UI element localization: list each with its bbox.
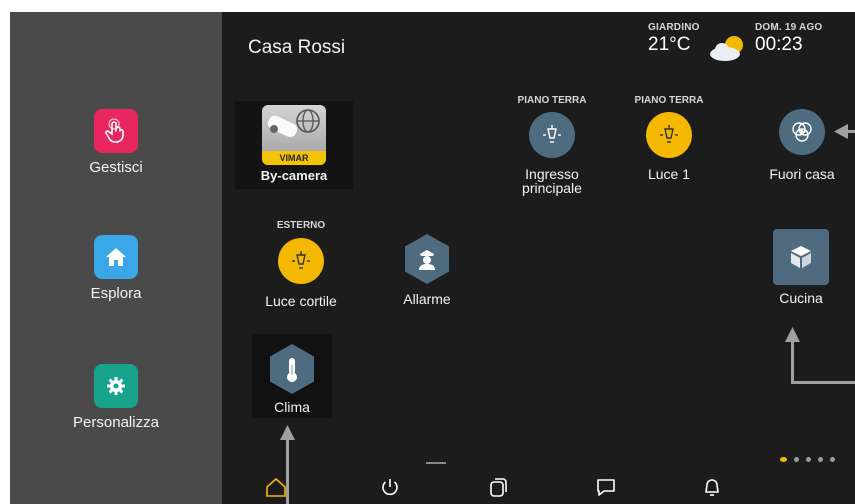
page-dot[interactable] [806,457,811,462]
thermometer-icon [270,344,314,394]
vimar-badge: VIMAR [262,151,326,165]
tile-category: PIANO TERRA [634,95,704,106]
page-dot-active[interactable] [780,457,787,462]
home-icon[interactable] [264,475,288,499]
tile-label: Luce cortile [265,293,337,309]
tile-label: Allarme [403,291,451,307]
tile-label: Cucina [779,290,823,306]
gear-icon [94,364,138,408]
time-label: 00:23 [755,34,803,55]
sidebar-item-gestisci[interactable]: Gestisci [10,109,222,176]
weather-widget[interactable]: GIARDINO 21°C [648,22,700,56]
sidebar-item-label: Personalizza [73,414,159,431]
tile-category: ESTERNO [276,220,326,231]
tile-luce-cortile[interactable]: ESTERNO Luce cortile [246,220,356,308]
sidebar-item-label: Gestisci [89,159,143,176]
home-icon [94,235,138,279]
tile-ingresso-principale[interactable]: PIANO TERRA Ingresso principale [502,95,602,195]
sidebar: Gestisci Esplora Personalizza [10,12,222,504]
sidebar-item-personalizza[interactable]: Personalizza [10,364,222,431]
weather-temperature: 21°C [648,34,691,55]
bottom-nav [222,467,855,504]
app-frame: Gestisci Esplora Personalizza Casa Rossi… [10,12,855,504]
tile-label-line2: principale [522,180,582,196]
tile-label-line1: Ingresso [525,166,579,182]
tile-luce-1[interactable]: PIANO TERRA Luce 1 [624,95,714,181]
sidebar-item-label: Esplora [90,285,142,302]
tile-label: Clima [274,399,310,415]
page-indicator [780,457,835,462]
tile-category: PIANO TERRA [517,95,587,106]
page-dot[interactable] [818,457,823,462]
tile-cucina[interactable]: Cucina [758,229,844,305]
sidebar-item-esplora[interactable]: Esplora [10,235,222,302]
page-dot[interactable] [794,457,799,462]
power-icon[interactable] [378,475,402,499]
page-title: Casa Rossi [248,37,346,58]
datetime-widget: DOM. 19 AGO 00:23 [755,22,822,56]
tile-clima[interactable]: Clima [252,334,332,418]
lamp-icon [646,112,692,158]
bell-icon[interactable] [700,475,724,499]
camera-globe-icon: VIMAR [262,105,326,165]
weather-location: GIARDINO [648,22,700,33]
hand-pointer-icon [94,109,138,153]
drag-handle[interactable] [426,462,446,464]
tile-label: By-camera [260,168,328,183]
cube-icon [773,229,829,285]
date-label: DOM. 19 AGO [755,22,823,33]
partly-cloudy-icon [708,34,748,67]
chat-icon[interactable] [594,475,618,499]
guard-icon [405,234,449,284]
lamp-icon [278,238,324,284]
tile-label: Luce 1 [647,166,691,182]
page-dot[interactable] [830,457,835,462]
scenario-play-icon [779,109,825,155]
copy-icon[interactable] [486,475,510,499]
tile-allarme[interactable]: Allarme [382,234,472,306]
tile-bycamera[interactable]: VIMAR By-camera [235,101,353,189]
lamp-icon [529,112,575,158]
tile-fuori-casa[interactable]: Fuori casa [752,109,852,181]
tile-label: Fuori casa [769,166,835,182]
main-area: Casa Rossi GIARDINO 21°C DOM. 19 AGO 00:… [222,12,855,504]
